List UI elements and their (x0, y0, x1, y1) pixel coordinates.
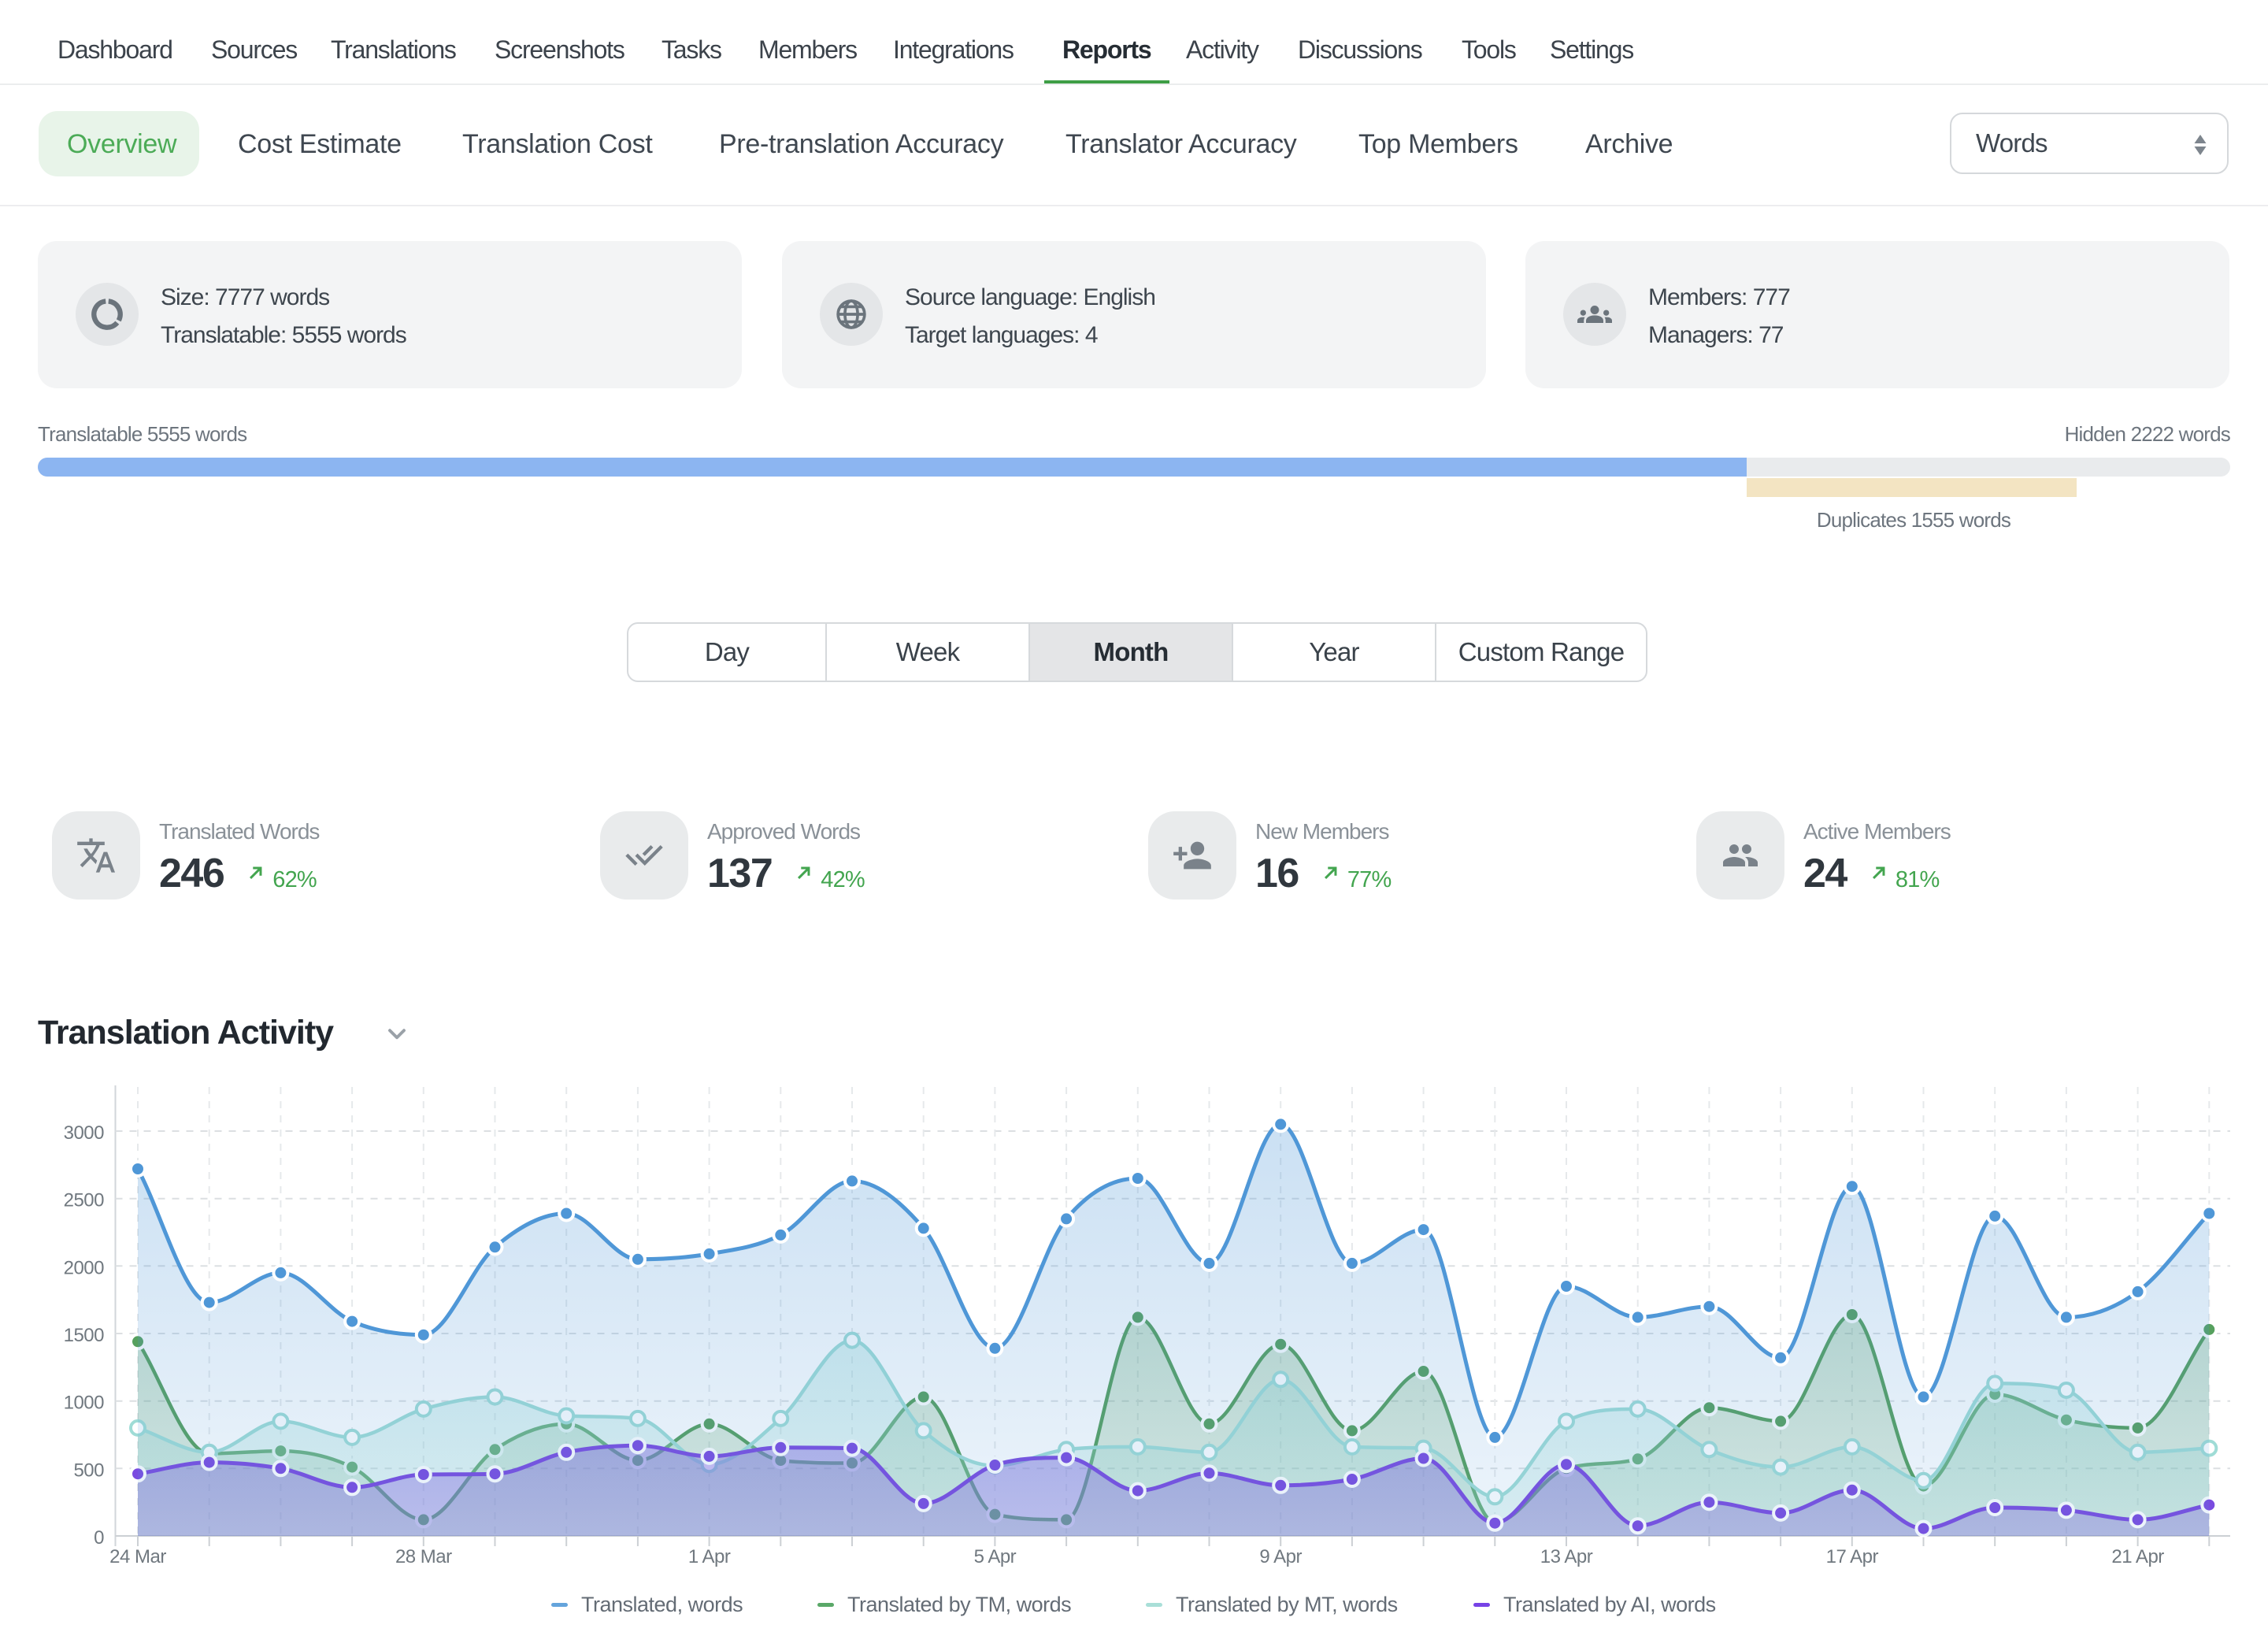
svg-text:1000: 1000 (64, 1393, 105, 1414)
svg-text:1500: 1500 (64, 1325, 105, 1346)
svg-text:2500: 2500 (64, 1190, 105, 1211)
svg-text:3000: 3000 (64, 1122, 105, 1144)
svg-text:17 Apr: 17 Apr (1826, 1546, 1879, 1567)
svg-text:0: 0 (94, 1527, 104, 1549)
svg-text:28 Mar: 28 Mar (395, 1546, 452, 1567)
svg-text:9 Apr: 9 Apr (1259, 1546, 1302, 1567)
svg-text:500: 500 (73, 1460, 104, 1481)
svg-text:21 Apr: 21 Apr (2111, 1546, 2164, 1567)
svg-text:5 Apr: 5 Apr (974, 1546, 1017, 1567)
svg-text:13 Apr: 13 Apr (1540, 1546, 1593, 1567)
svg-text:1 Apr: 1 Apr (688, 1546, 731, 1567)
svg-text:24 Mar: 24 Mar (109, 1546, 166, 1567)
svg-text:2000: 2000 (64, 1257, 105, 1278)
